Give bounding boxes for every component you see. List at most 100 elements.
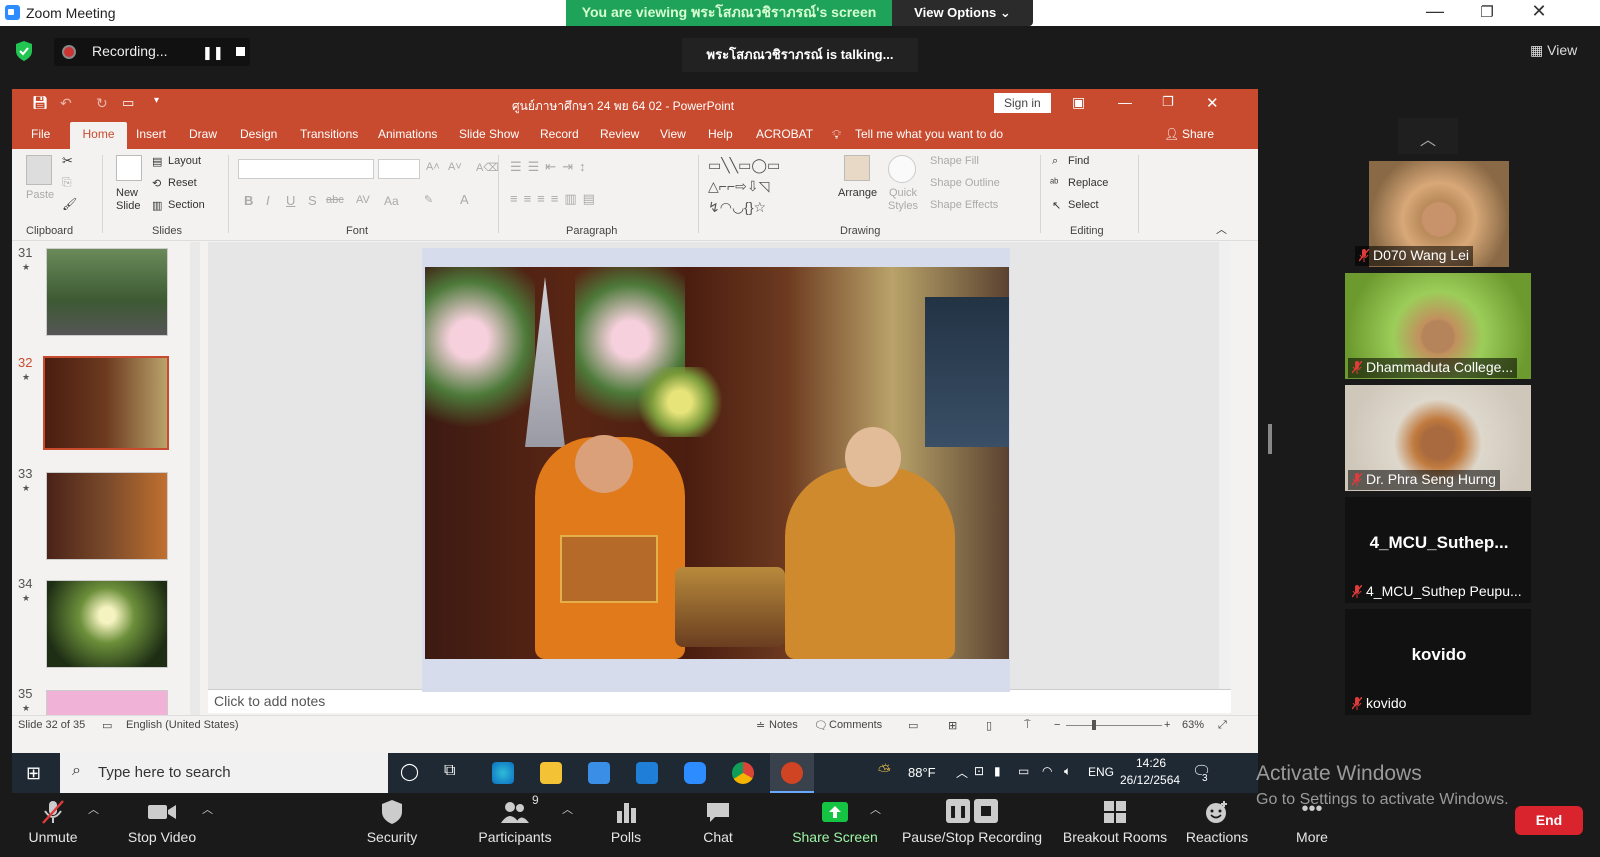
ppt-maximize-button[interactable]: ❐ (1162, 94, 1174, 110)
paste-icon[interactable] (26, 155, 52, 185)
clock-time[interactable]: 14:26 (1136, 756, 1166, 770)
bold-button[interactable]: B (244, 193, 253, 208)
video-options-caret[interactable]: ︿ (202, 801, 213, 817)
task-view-icon[interactable]: ⧉ (444, 762, 455, 780)
unmute-button[interactable]: Unmute (20, 793, 86, 857)
redo-icon[interactable]: ↻ (96, 95, 108, 112)
windows-start-icon[interactable]: ⊞ (26, 763, 41, 784)
minimize-button[interactable]: — (1420, 1, 1450, 22)
chat-button[interactable]: Chat (690, 793, 746, 857)
notes-pane[interactable]: Click to add notes (208, 689, 1231, 713)
cortana-icon[interactable]: ◯ (400, 762, 419, 782)
shadow-button[interactable]: S (308, 193, 317, 208)
change-case-button[interactable]: Aa (384, 194, 399, 208)
participant-tile[interactable]: Dhammaduta College... (1345, 273, 1531, 379)
sign-in-button[interactable]: Sign in (994, 93, 1051, 113)
tab-transitions[interactable]: Transitions (300, 127, 358, 141)
fit-slide-icon[interactable]: ⤢ (1218, 719, 1227, 732)
new-slide-label[interactable]: New Slide (116, 187, 146, 213)
undo-icon[interactable]: ↶ (60, 95, 72, 112)
cut-icon[interactable]: ✂ (62, 153, 73, 169)
pause-stop-recording-button[interactable]: ❚❚ Pause/Stop Recording (896, 793, 1048, 857)
polls-button[interactable]: Polls (598, 793, 654, 857)
tray-chevron-icon[interactable]: ︿ (956, 764, 968, 781)
spellcheck-icon[interactable]: ▭ (102, 719, 112, 732)
view-options-button[interactable]: View Options ⌄ (892, 0, 1033, 26)
tab-design[interactable]: Design (240, 127, 277, 141)
strikethrough-button[interactable]: abc (326, 194, 344, 206)
view-button[interactable]: ▦ View (1530, 42, 1577, 59)
shrink-font-icon[interactable]: A˅ (448, 161, 462, 173)
tell-me-search[interactable]: Tell me what you want to do (855, 127, 1003, 141)
store-icon[interactable] (588, 762, 610, 784)
collapse-ribbon-icon[interactable]: ︿ (1216, 221, 1227, 237)
breakout-rooms-button[interactable]: Breakout Rooms (1056, 793, 1174, 857)
wifi-icon[interactable]: ◠ (1042, 764, 1052, 778)
comments-toggle[interactable]: Comments (829, 719, 882, 731)
slide-thumbnail-31[interactable] (46, 248, 168, 336)
participant-tile[interactable]: D070 Wang Lei (1355, 161, 1509, 267)
select-button[interactable]: Select (1068, 199, 1099, 211)
underline-button[interactable]: U (286, 193, 295, 208)
reset-button[interactable]: Reset (168, 177, 197, 189)
ppt-minimize-button[interactable]: — (1118, 94, 1132, 110)
font-family-select[interactable] (238, 159, 374, 179)
volume-icon[interactable]: 🔈︎ (1064, 764, 1071, 779)
zoom-in-icon[interactable]: + (1164, 719, 1170, 731)
tab-animations[interactable]: Animations (378, 127, 437, 141)
edge-icon[interactable] (492, 762, 514, 784)
shape-effects-button[interactable]: Shape Effects (930, 199, 998, 211)
file-explorer-icon[interactable] (540, 762, 562, 784)
grow-font-icon[interactable]: A˄ (426, 161, 440, 173)
tab-home[interactable]: Home (70, 122, 127, 149)
align-buttons-icon[interactable]: ≡≡≡≡▥▤ (510, 191, 601, 207)
present-icon[interactable]: ▭ (122, 95, 134, 111)
tab-record[interactable]: Record (540, 127, 579, 141)
battery-icon[interactable]: ▭ (1018, 764, 1029, 778)
shape-fill-button[interactable]: Shape Fill (930, 155, 979, 167)
highlight-icon[interactable]: ✎ (424, 193, 433, 206)
participants-options-caret[interactable]: ︿ (562, 801, 573, 817)
participant-tile[interactable]: 4_MCU_Suthep... 4_MCU_Suthep Peupu... (1345, 497, 1531, 603)
paste-label[interactable]: Paste (26, 189, 54, 201)
slideshow-view-icon[interactable]: ⍑ (1024, 719, 1031, 732)
zoom-slider[interactable] (1066, 725, 1162, 726)
arrange-button[interactable]: Arrange (838, 187, 877, 199)
close-button[interactable]: ✕ (1524, 1, 1554, 22)
audio-options-caret[interactable]: ︿ (88, 801, 99, 817)
ribbon-display-icon[interactable]: ▣ (1072, 94, 1085, 111)
tab-slide-show[interactable]: Slide Show (459, 127, 519, 141)
chrome-icon[interactable] (732, 762, 754, 784)
pause-recording-icon[interactable]: ❚❚ (202, 45, 224, 61)
format-painter-icon[interactable]: 🖌︎ (62, 197, 77, 211)
zoom-slider-thumb[interactable] (1092, 720, 1096, 730)
thumbnail-scrollbar[interactable] (190, 242, 200, 719)
powerpoint-taskbar-item[interactable] (770, 753, 814, 793)
reactions-button[interactable]: Reactions (1182, 793, 1252, 857)
meet-now-icon[interactable]: ▮ (994, 764, 1001, 778)
taskbar-search[interactable]: ⌕ Type here to search (60, 753, 388, 793)
input-language[interactable]: ENG (1088, 765, 1114, 779)
new-slide-icon[interactable] (116, 155, 142, 181)
ppt-close-button[interactable]: ✕ (1206, 94, 1219, 112)
notes-toggle[interactable]: Notes (769, 719, 798, 731)
slide-thumbnail-32-selected[interactable] (43, 356, 169, 450)
slide-thumbnail-33[interactable] (46, 472, 168, 560)
customize-qat-icon[interactable]: ▾ (154, 95, 159, 106)
section-button[interactable]: Section (168, 199, 205, 211)
layout-button[interactable]: Layout (168, 155, 201, 167)
font-color-button[interactable]: A (460, 192, 469, 207)
splitter-handle[interactable] (1268, 424, 1272, 454)
tab-help[interactable]: Help (708, 127, 733, 141)
tab-insert[interactable]: Insert (136, 127, 166, 141)
editor-scrollbar[interactable] (1219, 242, 1231, 689)
clear-format-icon[interactable]: A⌫ (476, 161, 499, 174)
participant-tile[interactable]: kovido kovido (1345, 609, 1531, 715)
weather-temp[interactable]: 88°F (908, 765, 936, 780)
find-button[interactable]: Find (1068, 155, 1089, 167)
shape-outline-button[interactable]: Shape Outline (930, 177, 1000, 189)
zoom-out-icon[interactable]: − (1054, 719, 1060, 731)
reading-view-icon[interactable]: ▯ (986, 719, 992, 732)
shapes-gallery[interactable]: ▭╲╲▭◯▭ △⌐⌐⇨⇩◹ ↯◠◡{}☆ (708, 155, 828, 218)
font-size-select[interactable] (378, 159, 420, 179)
